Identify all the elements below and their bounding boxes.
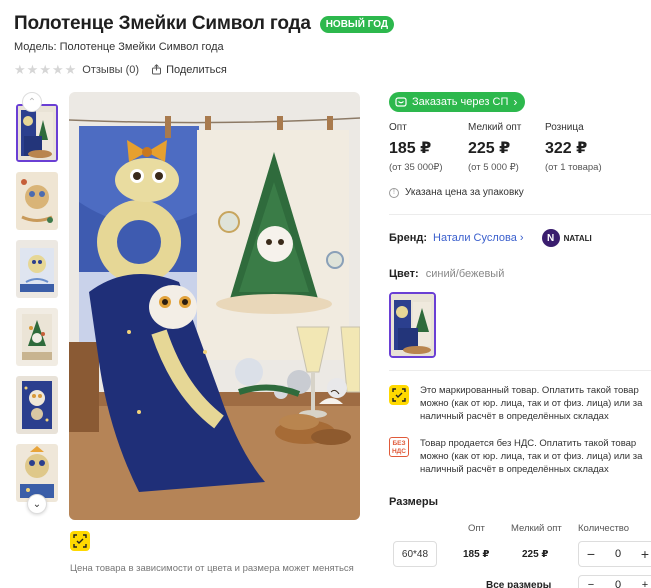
price-variation-note: Цена товара в зависимости от цвета и раз… [70,563,354,574]
scan-icon [73,534,87,548]
quantity-value[interactable]: 0 [603,579,633,588]
all-sizes-label: Все размеры [486,580,552,588]
reviews-link[interactable]: Отзывы (0) [82,64,139,76]
scan-icon [392,388,406,402]
share-icon [152,64,162,75]
increment-button[interactable]: + [633,546,651,562]
decrement-button[interactable]: − [579,579,603,588]
thumbnail-3[interactable] [16,240,58,298]
no-vat-icon: БЕЗ НДС [389,437,409,457]
divider [389,370,651,371]
brand-logo-text: NATALI [563,233,592,243]
price-label: Розница [545,122,584,133]
sizes-header-small-opt: Мелкий опт [511,523,562,534]
price-value: 225 ₽ [468,140,511,157]
brand-label: Бренд: [389,232,428,244]
brand-row: Бренд: Натали Суслова › N NATALI [389,229,592,247]
all-sizes-stepper: − 0 + [578,575,651,588]
star-icon: ★ [14,62,26,77]
brand-logo-mark: N [541,229,560,247]
quantity-stepper: − 0 + [578,541,651,567]
color-row: Цвет: синий/бежевый [389,268,504,280]
size-small-opt-price: 225 ₽ [522,549,549,560]
price-label: Мелкий опт [468,122,522,133]
color-label: Цвет: [389,268,419,280]
brand-name: Натали Суслова [433,232,517,244]
marked-product-icon[interactable] [70,531,90,551]
price-condition: (от 5 000 ₽) [468,162,519,173]
price-wholesale: Опт 185 ₽ (от 35 000₽) [389,122,443,173]
marked-notice-text: Это маркированный товар. Оплатить такой … [420,385,643,422]
model-line: Модель: Полотенце Змейки Символ года [14,41,224,53]
quantity-value[interactable]: 0 [603,548,633,560]
brand-logo[interactable]: N NATALI [541,229,592,247]
star-icon: ★ [39,62,51,77]
price-condition: (от 1 товара) [545,162,602,173]
thumbnail-4[interactable] [16,308,58,366]
share-button[interactable]: Поделиться [151,64,227,76]
cart-icon [395,97,407,107]
price-small-wholesale: Мелкий опт 225 ₽ (от 5 000 ₽) [468,122,521,173]
star-icon: ★ [51,62,64,77]
price-condition: (от 35 000₽) [389,162,443,173]
sizes-header-opt: Опт [468,523,485,534]
new-year-badge[interactable]: НОВЫЙ ГОД [319,15,394,33]
share-label: Поделиться [166,63,227,76]
pack-note-text: Указана цена за упаковку [405,187,524,198]
sizes-title: Размеры [389,496,439,508]
chevron-right-icon: › [519,232,524,244]
rating-stars[interactable]: ★ ★ ★ ★ ★ [14,63,76,76]
price-value: 322 ₽ [545,140,588,157]
color-swatch-selected[interactable] [389,292,436,358]
main-product-image[interactable] [69,92,360,520]
sp-button-label: Заказать через СП [412,96,509,108]
thumbnail-1[interactable] [16,104,58,162]
price-label: Опт [389,122,407,133]
size-option[interactable]: 60*48 [393,541,437,567]
brand-link[interactable]: Натали Суслова › [433,232,524,244]
increment-button[interactable]: + [633,579,651,588]
divider [389,214,651,215]
thumbnail-2[interactable] [16,172,58,230]
page-title: Полотенце Змейки Символ года [14,13,311,34]
chevron-up-icon: ⌃ [27,96,37,108]
size-opt-price: 185 ₽ [463,549,490,560]
marked-product-icon [389,385,409,405]
chevron-down-icon: ⌄ [32,498,42,510]
meta-row: ★ ★ ★ ★ ★ Отзывы (0) Поделиться [14,63,227,76]
sizes-header-qty: Количество [578,523,630,534]
color-value: синий/бежевый [425,268,505,280]
pack-price-note: ! Указана цена за упаковку [389,187,524,198]
thumbs-scroll-down-button[interactable]: ⌄ [27,494,47,514]
star-icon: ★ [64,62,77,77]
decrement-button[interactable]: − [579,546,603,562]
price-value: 185 ₽ [389,140,432,157]
no-vat-notice-text: Товар продается без НДС. Оплатить такой … [420,438,643,475]
thumbs-scroll-up-button[interactable]: ⌃ [22,92,42,112]
order-via-sp-button[interactable]: Заказать через СП › [389,92,526,112]
star-icon: ★ [26,62,39,77]
price-retail: Розница 322 ₽ (от 1 товара) [545,122,602,173]
chevron-right-icon: › [513,95,518,109]
title-row: Полотенце Змейки Символ года НОВЫЙ ГОД [14,13,394,35]
info-icon: ! [389,187,399,198]
thumbnail-5[interactable] [16,376,58,434]
